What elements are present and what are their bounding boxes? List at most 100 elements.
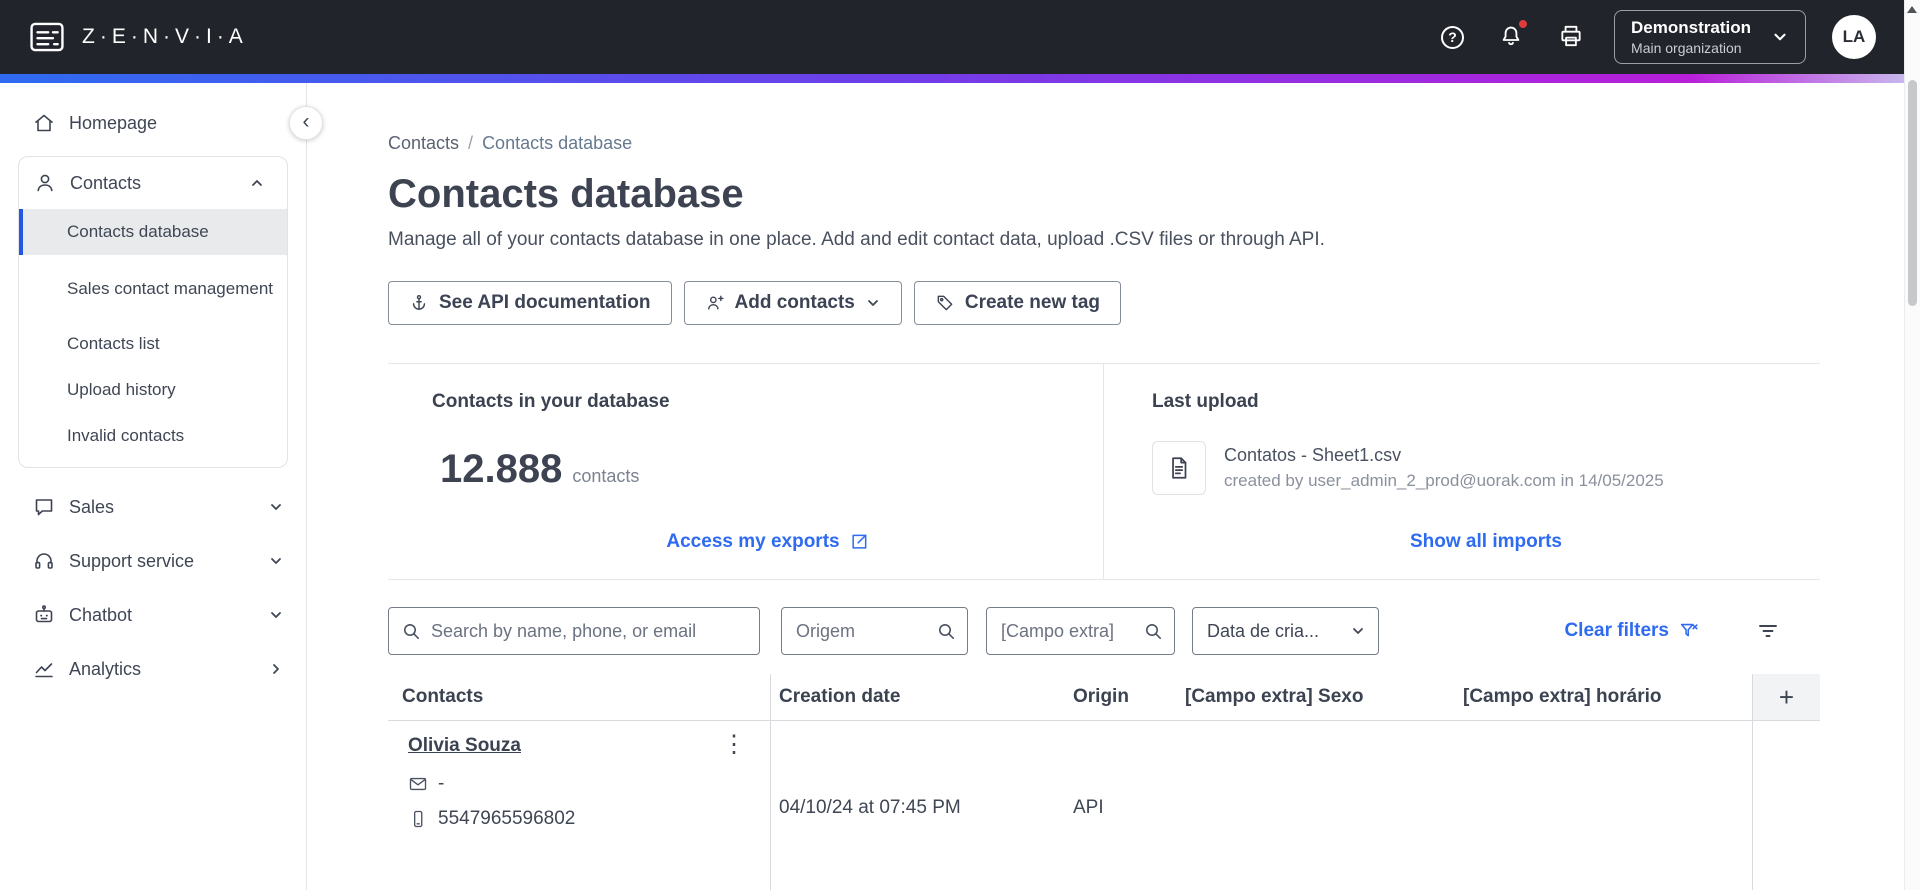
sidebar-item-analytics[interactable]: Analytics	[0, 642, 306, 696]
summary-cards: Contacts in your database 12.888 contact…	[388, 363, 1820, 580]
sidebar-item-upload-history[interactable]: Upload history	[19, 367, 287, 413]
export-icon	[849, 532, 869, 552]
filters-bar: Data de cria... Clear filters	[388, 607, 1820, 655]
top-actions: ? Demonstration Main organization LA	[1437, 10, 1876, 64]
chevron-down-icon	[865, 295, 881, 311]
breadcrumb-current: Contacts database	[482, 133, 633, 153]
sidebar-item-contacts-list[interactable]: Contacts list	[19, 321, 287, 367]
scrollbar-up-arrow[interactable]	[1907, 6, 1917, 13]
breadcrumb-separator: /	[468, 133, 474, 153]
chat-bubble-icon	[32, 495, 56, 519]
organization-selector[interactable]: Demonstration Main organization	[1614, 10, 1806, 64]
chevron-up-icon	[249, 175, 265, 191]
creation-date-filter-dropdown[interactable]: Data de cria...	[1192, 607, 1379, 655]
headset-icon	[32, 549, 56, 573]
line-chart-icon	[32, 657, 56, 681]
contact-name-link[interactable]: Olivia Souza	[408, 735, 521, 757]
last-upload-file: Contatos - Sheet1.csv created by user_ad…	[1152, 441, 1820, 495]
sidebar-item-contacts[interactable]: Contacts	[19, 157, 287, 209]
search-icon	[401, 621, 421, 646]
scrollbar-thumb[interactable]	[1908, 80, 1917, 306]
toolbar: See API documentation Add contacts Creat…	[388, 281, 1820, 325]
campo-extra-sexo-cell	[1185, 721, 1463, 890]
chevron-down-icon	[1771, 28, 1789, 46]
sidebar-item-sales-contact-management[interactable]: Sales contact management	[19, 255, 287, 321]
sidebar-item-sales[interactable]: Sales	[0, 480, 306, 534]
origin-cell: API	[1073, 797, 1104, 818]
sidebar-item-homepage[interactable]: Homepage	[0, 96, 306, 150]
print-button[interactable]	[1554, 19, 1588, 56]
create-new-tag-button[interactable]: Create new tag	[913, 281, 1122, 325]
card-title: Contacts in your database	[432, 391, 670, 412]
chevron-down-icon	[1350, 623, 1366, 639]
sidebar-item-chatbot[interactable]: Chatbot	[0, 588, 306, 642]
search-input[interactable]	[388, 607, 760, 655]
sidebar-collapse-button[interactable]: ‹	[289, 106, 323, 140]
contacts-count-card: Contacts in your database 12.888 contact…	[388, 364, 1104, 579]
notification-dot	[1517, 17, 1530, 30]
contact-cell: Olivia Souza ⋮ - 5547965596802	[388, 721, 771, 890]
breadcrumb: Contacts / Contacts database	[388, 133, 1820, 154]
sidebar-item-support-service[interactable]: Support service	[0, 534, 306, 588]
add-column-button[interactable]: +	[1752, 674, 1820, 720]
card-title: Last upload	[1152, 391, 1259, 412]
contact-email-line: -	[408, 773, 750, 795]
avatar[interactable]: LA	[1832, 15, 1876, 59]
sidebar-contacts-group: Contacts Contacts database Sales contact…	[18, 156, 288, 468]
sidebar-item-label: Analytics	[69, 658, 142, 679]
link-label: Access my exports	[666, 531, 840, 552]
clear-filters-button[interactable]: Clear filters	[1564, 620, 1700, 642]
show-all-imports-link[interactable]: Show all imports	[1410, 531, 1562, 553]
sidebar-item-contacts-database[interactable]: Contacts database	[19, 209, 287, 255]
file-name: Contatos - Sheet1.csv	[1224, 445, 1402, 465]
extra-field-wrap	[986, 607, 1175, 655]
sidebar-item-label: Support service	[69, 550, 195, 571]
column-header-creation-date: Creation date	[779, 686, 901, 707]
help-button[interactable]: ?	[1437, 22, 1468, 53]
sidebar-item-label: Contacts	[70, 172, 142, 193]
search-icon	[936, 621, 956, 646]
access-my-exports-link[interactable]: Access my exports	[666, 531, 868, 553]
contacts-count: 12.888 contacts	[432, 447, 1103, 492]
breadcrumb-contacts[interactable]: Contacts	[388, 133, 459, 154]
page-scrollbar[interactable]	[1904, 0, 1920, 890]
contacts-count-unit: contacts	[572, 466, 640, 486]
sidebar-item-label: Sales	[69, 496, 115, 517]
organization-text: Demonstration Main organization	[1631, 18, 1751, 56]
main-content: Contacts / Contacts database Contacts da…	[307, 83, 1920, 890]
sidebar-item-label: Homepage	[69, 112, 158, 133]
column-header-campo-extra-horario: [Campo extra] horário	[1463, 686, 1662, 707]
page-title: Contacts database	[388, 172, 744, 216]
button-label: See API documentation	[439, 292, 651, 313]
chevron-down-icon	[268, 553, 284, 569]
page-subtitle: Manage all of your contacts database in …	[388, 229, 1325, 250]
brand: Z·E·N·V·I·A	[26, 18, 248, 56]
dropdown-value: Data de cria...	[1207, 620, 1320, 641]
campo-extra-horario-cell	[1463, 721, 1752, 890]
contact-email: -	[438, 773, 445, 794]
row-menu-button[interactable]: ⋮	[718, 733, 750, 757]
contacts-count-value: 12.888	[440, 447, 563, 491]
column-header-contacts: Contacts	[388, 674, 771, 720]
printer-icon	[1558, 23, 1584, 52]
contacts-table: Contacts Creation date Origin [Campo ext…	[388, 674, 1820, 890]
person-icon	[33, 171, 57, 195]
search-icon	[1143, 621, 1163, 646]
origin-field-wrap	[781, 607, 968, 655]
home-icon	[32, 111, 56, 135]
help-icon: ?	[1441, 25, 1465, 49]
chevron-down-icon	[268, 499, 284, 515]
sidebar: ‹ Homepage Contacts Contacts database Sa…	[0, 83, 323, 890]
contact-phone: 5547965596802	[438, 808, 576, 829]
tag-icon	[935, 293, 955, 313]
add-contacts-button[interactable]: Add contacts	[683, 281, 902, 325]
sidebar-item-invalid-contacts[interactable]: Invalid contacts	[19, 413, 287, 459]
notifications-button[interactable]	[1494, 17, 1530, 56]
filter-list-button[interactable]	[1756, 619, 1780, 643]
see-api-documentation-button[interactable]: See API documentation	[388, 281, 672, 325]
sidebar-item-label: Chatbot	[69, 604, 133, 625]
button-label: Create new tag	[964, 292, 1101, 313]
button-label: Add contacts	[734, 292, 855, 313]
column-header-campo-extra-sexo: [Campo extra] Sexo	[1185, 686, 1364, 707]
clear-filter-icon	[1678, 620, 1700, 642]
